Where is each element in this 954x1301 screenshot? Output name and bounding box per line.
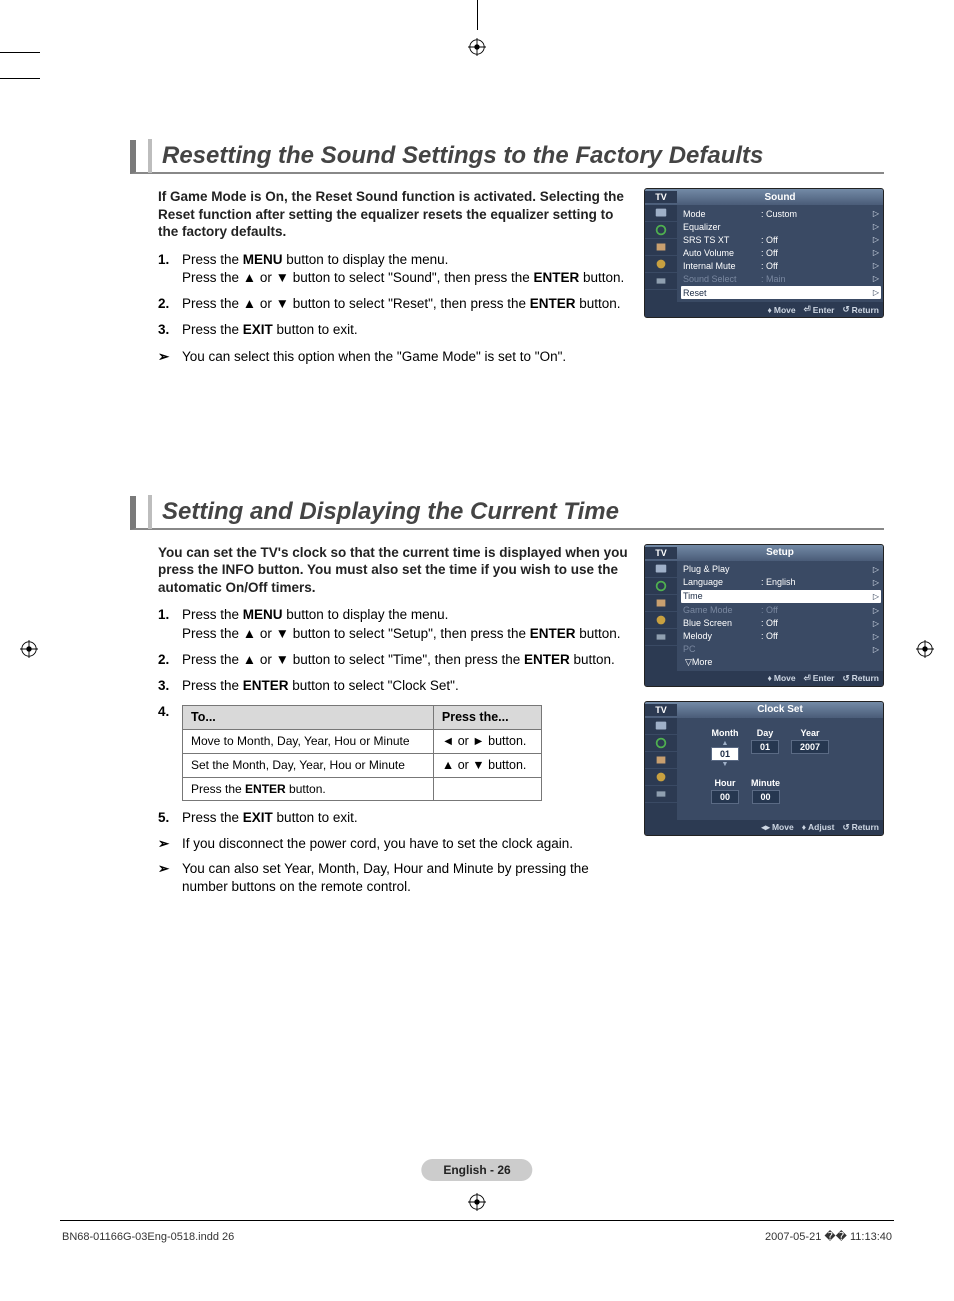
osd-row: Game Mode: Off▷ <box>683 604 879 617</box>
clock-minute-field: Minute 00 <box>751 778 780 804</box>
step-number: 1. <box>158 251 182 287</box>
osd-move-hint: ◂▸ Move <box>761 822 793 833</box>
clock-month-field: Month ▲ 01 ▼ <box>711 728 739 768</box>
osd-setup-icon <box>645 769 677 786</box>
clock-hour-field: Hour 00 <box>711 778 739 804</box>
osd-enter-hint: ⏎ Enter <box>804 304 835 315</box>
osd-input-icon <box>645 273 677 290</box>
osd-picture-icon <box>645 718 677 735</box>
clock-buttons-table: To... Press the... Move to Month, Day, Y… <box>182 705 542 801</box>
clock-day-field: Day 01 <box>751 728 779 768</box>
step-number: 3. <box>158 321 182 339</box>
osd-row: PC▷ <box>683 643 879 656</box>
step-text: Press the ▲ or ▼ button to select "Reset… <box>182 295 634 313</box>
osd-row: Language: English▷ <box>683 576 879 589</box>
step-text: To... Press the... Move to Month, Day, Y… <box>182 703 634 801</box>
osd-row: Reset▷ <box>681 286 881 299</box>
osd-row: Sound Select: Main▷ <box>683 272 879 285</box>
osd-row: SRS TS XT: Off▷ <box>683 233 879 246</box>
osd-return-hint: ↺ Return <box>842 304 879 315</box>
osd-return-hint: ↺ Return <box>842 673 879 684</box>
osd-tv-badge: TV <box>645 704 677 716</box>
clock-year-field: Year 2007 <box>791 728 829 768</box>
osd-adjust-hint: ♦ Adjust <box>802 822 835 833</box>
step-text: Press the EXIT button to exit. <box>182 809 634 827</box>
step-text: Press the MENU button to display the men… <box>182 606 634 642</box>
osd-title: Setup <box>677 547 883 558</box>
step-text: Press the ENTER button to select "Clock … <box>182 677 634 695</box>
osd-row: Blue Screen: Off▷ <box>683 617 879 630</box>
section-title: Setting and Displaying the Current Time <box>162 498 619 526</box>
step-text: Press the EXIT button to exit. <box>182 321 634 339</box>
osd-input-icon <box>645 786 677 803</box>
registration-mark-icon <box>20 640 38 658</box>
osd-row: Auto Volume: Off▷ <box>683 246 879 259</box>
table-cell: ◄ or ► button. <box>433 730 541 754</box>
osd-sound-icon <box>645 735 677 752</box>
footer-filename: BN68-01166G-03Eng-0518.indd 26 <box>62 1231 234 1243</box>
osd-title: Sound <box>677 192 883 203</box>
page-badge: English - 26 <box>421 1159 532 1181</box>
footer-timestamp: 2007-05-21 �� 11:13:40 <box>765 1230 892 1243</box>
step-number: 2. <box>158 651 182 669</box>
osd-more-indicator: ▽More <box>683 656 879 669</box>
chevron-down-icon: ▼ <box>711 761 739 768</box>
osd-channel-icon <box>645 595 677 612</box>
intro-text: You can set the TV's clock so that the c… <box>158 544 634 597</box>
table-cell: Press the ENTER button. <box>183 777 434 800</box>
step-number: 2. <box>158 295 182 313</box>
chevron-up-icon: ▲ <box>711 740 739 747</box>
step-number: 1. <box>158 606 182 642</box>
osd-input-icon <box>645 629 677 646</box>
osd-setup-icon <box>645 612 677 629</box>
section-title: Resetting the Sound Settings to the Fact… <box>162 142 763 170</box>
step-number: 4. <box>158 703 182 801</box>
osd-sound-icon <box>645 222 677 239</box>
table-header: To... <box>183 706 434 730</box>
table-cell: Set the Month, Day, Year, Hou or Minute <box>183 754 434 778</box>
osd-move-hint: ♦ Move <box>768 304 796 315</box>
step-text: Press the MENU button to display the men… <box>182 251 634 287</box>
note-arrow-icon: ➢ <box>158 348 182 366</box>
note-arrow-icon: ➢ <box>158 835 182 853</box>
note-text: You can select this option when the "Gam… <box>182 348 634 366</box>
step-text: Press the ▲ or ▼ button to select "Time"… <box>182 651 634 669</box>
osd-row: Time▷ <box>681 590 881 603</box>
table-cell: Move to Month, Day, Year, Hou or Minute <box>183 730 434 754</box>
osd-row: Equalizer▷ <box>683 220 879 233</box>
osd-row: Plug & Play▷ <box>683 563 879 576</box>
osd-sound-icon <box>645 578 677 595</box>
osd-enter-hint: ⏎ Enter <box>804 673 835 684</box>
osd-tv-badge: TV <box>645 547 677 559</box>
section-reset-sound: Resetting the Sound Settings to the Fact… <box>130 140 884 366</box>
section-set-time: Setting and Displaying the Current Time … <box>130 496 884 896</box>
step-number: 5. <box>158 809 182 827</box>
osd-setup-icon <box>645 256 677 273</box>
osd-row: Internal Mute: Off▷ <box>683 259 879 272</box>
osd-sound-panel: TV Sound Mode: Custom▷Equalizer <box>644 188 884 318</box>
osd-return-hint: ↺ Return <box>842 822 879 833</box>
osd-tv-badge: TV <box>645 191 677 203</box>
registration-mark-icon <box>468 1193 486 1211</box>
note-text: If you disconnect the power cord, you ha… <box>182 835 634 853</box>
registration-mark-icon <box>468 38 486 56</box>
osd-move-hint: ♦ Move <box>768 673 796 684</box>
osd-channel-icon <box>645 239 677 256</box>
step-number: 3. <box>158 677 182 695</box>
osd-clockset-panel: TV Clock Set <box>644 701 884 836</box>
intro-text: If Game Mode is On, the Reset Sound func… <box>158 188 634 241</box>
osd-title: Clock Set <box>677 704 883 715</box>
table-cell: ▲ or ▼ button. <box>433 754 541 778</box>
osd-picture-icon <box>645 561 677 578</box>
table-cell <box>433 777 541 800</box>
registration-mark-icon <box>916 640 934 658</box>
table-header: Press the... <box>433 706 541 730</box>
osd-channel-icon <box>645 752 677 769</box>
osd-setup-panel: TV Setup Plug <box>644 544 884 687</box>
osd-row: Mode: Custom▷ <box>683 207 879 220</box>
note-arrow-icon: ➢ <box>158 860 182 896</box>
osd-picture-icon <box>645 205 677 222</box>
osd-row: Melody: Off▷ <box>683 630 879 643</box>
note-text: You can also set Year, Month, Day, Hour … <box>182 860 634 896</box>
